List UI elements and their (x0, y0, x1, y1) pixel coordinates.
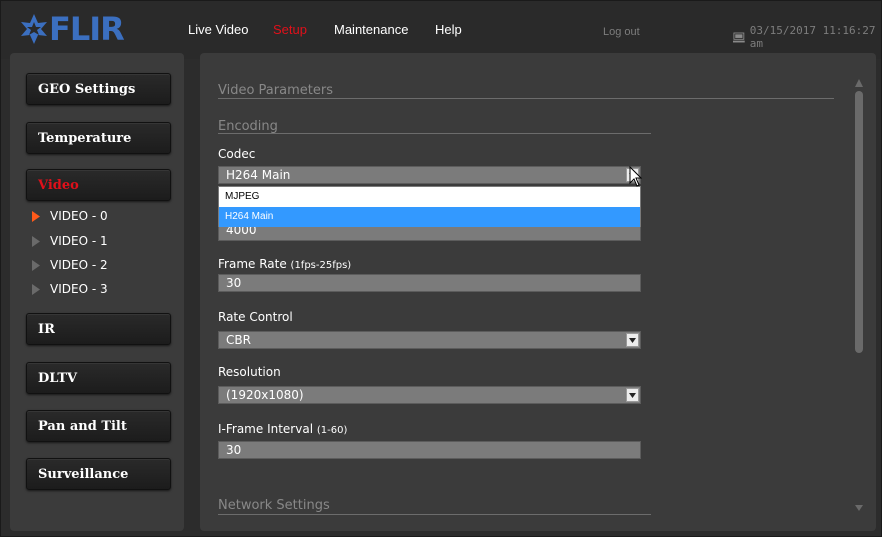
rate-control-label: Rate Control (218, 310, 293, 324)
nav-live-video[interactable]: Live Video (188, 22, 248, 37)
sidebar-button-label: Temperature (38, 130, 132, 146)
datetime-text: 03/15/2017 11:16:27 am (749, 24, 876, 50)
divider (218, 98, 834, 99)
frame-rate-input[interactable]: 30 (218, 274, 641, 292)
sidebar-item-label: VIDEO - 3 (50, 282, 108, 296)
nav-maintenance[interactable]: Maintenance (334, 22, 408, 37)
monitor-icon (733, 32, 745, 42)
sidebar-button-label: DLTV (38, 370, 78, 386)
iframe-interval-hint: (1-60) (316, 425, 348, 436)
sidebar-button-label: Video (38, 177, 79, 193)
video-parameters-title: Video Parameters (218, 83, 333, 98)
resolution-label: Resolution (218, 365, 281, 379)
codec-option-h264-main[interactable]: H264 Main (219, 207, 640, 227)
encoding-title: Encoding (218, 119, 278, 134)
frame-rate-hint: (1fps-25fps) (290, 260, 352, 271)
iframe-interval-value: 30 (226, 443, 242, 457)
triangle-icon (32, 283, 40, 295)
sidebar-button-label: Surveillance (38, 466, 129, 482)
codec-value: H264 Main (226, 168, 291, 182)
brand-name: FLIR (49, 10, 125, 48)
flir-star-icon (21, 14, 47, 44)
codec-label: Codec (218, 147, 256, 161)
scroll-up-arrow-icon[interactable] (855, 79, 863, 87)
datetime-display: 03/15/2017 11:16:27 am (733, 24, 881, 50)
top-bar: FLIR Live Video Setup Maintenance Help L… (1, 1, 881, 59)
logout-link[interactable]: Log out (603, 26, 640, 38)
sidebar-button-label: IR (38, 321, 55, 337)
triangle-icon (32, 259, 40, 271)
sidebar-item-label: VIDEO - 0 (50, 209, 108, 223)
sidebar-item-video-3[interactable]: VIDEO - 3 (32, 281, 108, 297)
codec-select[interactable]: H264 Main (218, 166, 641, 184)
rate-control-select[interactable]: CBR (218, 331, 641, 349)
resolution-value: (1920x1080) (226, 388, 304, 402)
active-triangle-icon (32, 210, 40, 222)
flir-logo[interactable]: FLIR (21, 9, 139, 49)
scrollbar-thumb[interactable] (855, 91, 863, 353)
sidebar-button-label: GEO Settings (38, 81, 136, 97)
sidebar-item-label: VIDEO - 1 (50, 234, 108, 248)
sidebar-item-label: VIDEO - 2 (50, 258, 108, 272)
sidebar-dltv-button[interactable]: DLTV (26, 362, 171, 394)
chevron-down-icon[interactable] (626, 388, 639, 402)
sidebar-geo-settings-button[interactable]: GEO Settings (26, 73, 171, 105)
frame-rate-value: 30 (226, 276, 242, 290)
frame-rate-label: Frame Rate (1fps-25fps) (218, 257, 351, 271)
sidebar-video-button[interactable]: Video (26, 169, 171, 201)
mouse-cursor-icon (629, 166, 643, 187)
sidebar-temperature-button[interactable]: Temperature (26, 122, 171, 154)
iframe-interval-input[interactable]: 30 (218, 441, 641, 459)
chevron-down-icon[interactable] (626, 333, 639, 347)
iframe-interval-label: I-Frame Interval (1-60) (218, 422, 347, 436)
divider (218, 514, 651, 515)
sidebar-surveillance-button[interactable]: Surveillance (26, 458, 171, 490)
sidebar-pan-and-tilt-button[interactable]: Pan and Tilt (26, 410, 171, 442)
sidebar-item-video-2[interactable]: VIDEO - 2 (32, 257, 108, 273)
frame-rate-label-text: Frame Rate (218, 257, 287, 271)
network-settings-title: Network Settings (218, 498, 330, 513)
sidebar-ir-button[interactable]: IR (26, 313, 171, 345)
flir-web-app: FLIR Live Video Setup Maintenance Help L… (0, 0, 882, 537)
sidebar-item-video-1[interactable]: VIDEO - 1 (32, 233, 108, 249)
iframe-interval-label-text: I-Frame Interval (218, 422, 314, 436)
resolution-select[interactable]: (1920x1080) (218, 386, 641, 404)
sidebar: GEO Settings Temperature Video VIDEO - 0… (10, 53, 184, 531)
sidebar-item-video-0[interactable]: VIDEO - 0 (32, 208, 108, 224)
triangle-icon (32, 235, 40, 247)
scroll-down-arrow-icon[interactable] (855, 505, 863, 511)
nav-help[interactable]: Help (435, 22, 462, 37)
rate-control-value: CBR (226, 333, 251, 347)
sidebar-button-label: Pan and Tilt (38, 418, 127, 434)
main-panel: Video Parameters Encoding Codec H264 Mai… (200, 53, 876, 531)
divider (218, 133, 651, 134)
codec-option-mjpeg[interactable]: MJPEG (219, 187, 640, 207)
scrollbar[interactable] (850, 73, 868, 513)
codec-dropdown-list: MJPEG H264 Main (218, 186, 641, 227)
nav-setup[interactable]: Setup (273, 22, 307, 37)
